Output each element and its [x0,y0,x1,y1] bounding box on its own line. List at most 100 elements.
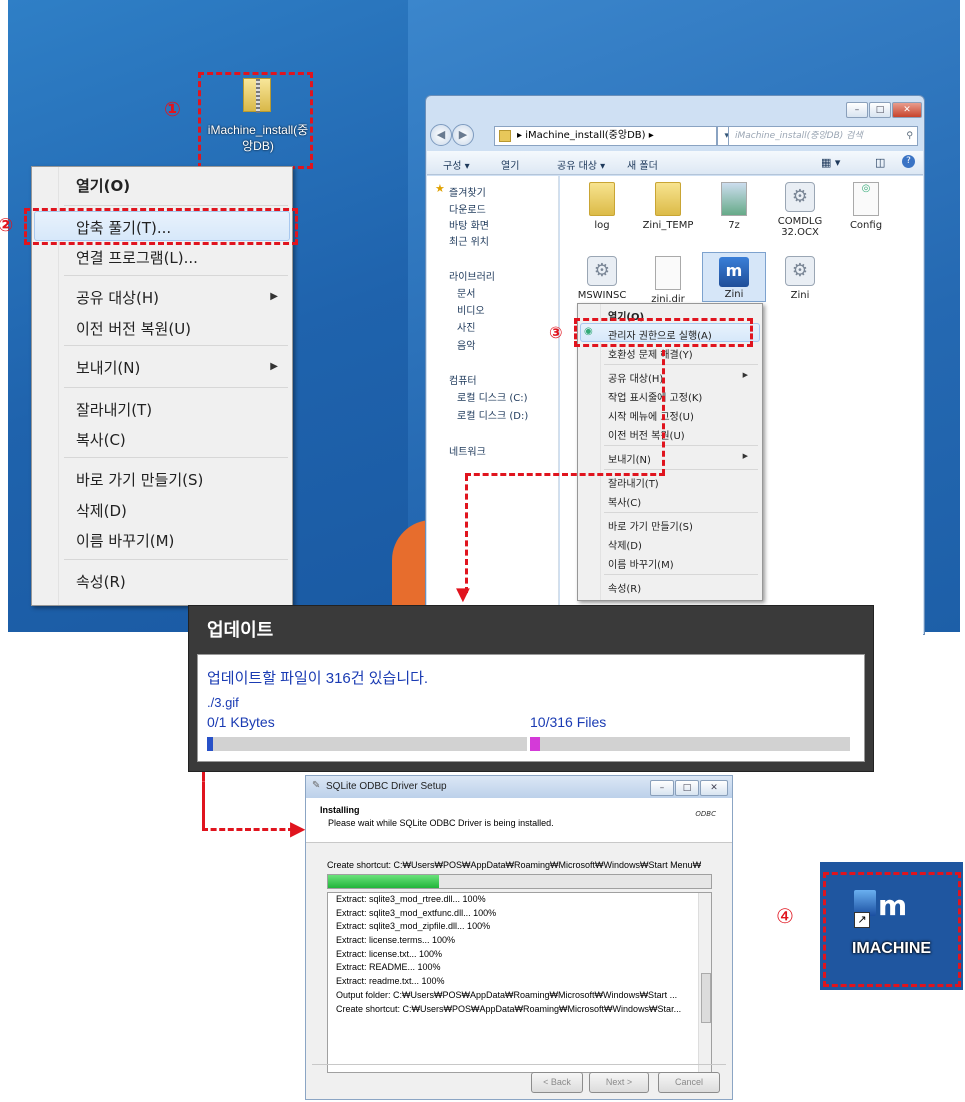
nav-documents[interactable]: 문서 [457,285,475,300]
update-current-file: ./3.gif [207,695,239,710]
file-name: Zini [790,290,810,301]
file-name: Zini_TEMP [642,220,694,231]
menu-item-cut[interactable]: 잘라내기(T) [76,399,292,420]
file-item[interactable]: ◎ Config [834,182,898,231]
file-item[interactable]: Zini_TEMP [636,182,700,231]
nav-libraries[interactable]: 라이브러리 [449,268,495,283]
address-bar[interactable]: ▸ iMachine_install(중앙DB) ▸ [494,126,717,146]
menu-item-copy[interactable]: 복사(C) [76,429,292,450]
nav-downloads[interactable]: 다운로드 [449,201,486,216]
close-button[interactable]: ✕ [700,780,728,796]
forward-button[interactable]: ▶ [452,124,474,146]
nav-drive-d[interactable]: 로컬 디스크 (D:) [457,407,528,422]
nav-computer[interactable]: 컴퓨터 [449,372,477,387]
log-line: Extract: sqlite3_mod_zipfile.dll... 100% [336,921,491,932]
menu-item-open-with[interactable]: 연결 프로그램(L)... [76,247,292,268]
menu-item-restore[interactable]: 이전 버전 복원(U) [608,427,762,442]
log-line: Extract: sqlite3_mod_extfunc.dll... 100% [336,907,497,918]
minimize-button[interactable]: – [650,780,674,796]
scrollbar-thumb[interactable] [701,973,711,1023]
preview-pane-icon[interactable]: ◫ [875,156,885,169]
folder-icon [499,130,511,142]
file-item[interactable]: zini.dir [636,256,700,305]
organize-button[interactable]: 구성 ▾ [443,157,470,172]
submenu-arrow-icon: ▶ [742,371,748,379]
menu-item-cut[interactable]: 잘라내기(T) [608,475,762,490]
install-status: Create shortcut: C:₩Users₩POS₩AppData₩Ro… [327,860,702,870]
log-line: Extract: license.txt... 100% [336,948,443,959]
menu-item-troubleshoot[interactable]: 호환성 문제 해결(Y) [608,346,762,361]
imachine-app-icon: m [719,257,749,287]
annotation-connector [465,473,665,476]
log-line: Extract: readme.txt... 100% [336,976,445,987]
file-item[interactable]: 7z [702,182,766,231]
nav-favorites[interactable]: 즐겨찾기 [449,184,486,199]
step-label-2: ② [0,215,14,236]
minimize-button[interactable]: – [846,102,868,118]
menu-item-rename[interactable]: 이름 바꾸기(M) [76,530,292,551]
nav-videos[interactable]: 비디오 [457,302,485,317]
maximize-button[interactable]: □ [675,780,699,796]
maximize-button[interactable]: □ [869,102,891,118]
next-button[interactable]: Next > [589,1072,649,1093]
menu-item-shortcut[interactable]: 바로 가기 만들기(S) [76,469,292,490]
install-log: Extract: sqlite3_mod_rtree.dll... 100% E… [327,892,712,1073]
annotation-box-1 [198,72,313,169]
update-message: 업데이트할 파일이 316건 있습니다. [207,670,429,687]
back-button[interactable]: ◀ [430,124,452,146]
annotation-connector [465,475,468,593]
files-progress-fill [530,737,540,751]
menu-item-properties[interactable]: 속성(R) [76,571,292,592]
help-icon[interactable]: ? [902,155,915,168]
search-input[interactable]: iMachine_install(중앙DB) 검색 ⚲ [728,126,918,146]
nav-drive-c[interactable]: 로컬 디스크 (C:) [457,389,528,404]
menu-item-copy[interactable]: 복사(C) [608,494,762,509]
nav-music[interactable]: 음악 [457,337,475,352]
nav-network[interactable]: 네트워크 [449,443,486,458]
nav-recent[interactable]: 최근 위치 [449,233,489,248]
menu-item-shortcut[interactable]: 바로 가기 만들기(S) [608,518,762,533]
menu-item-share[interactable]: 공유 대상(H) [608,370,762,385]
menu-item-delete[interactable]: 삭제(D) [76,500,292,521]
nav-pictures[interactable]: 사진 [457,319,475,334]
submenu-arrow-icon: ▶ [742,452,748,460]
arrow-right-icon: ▶ [290,816,306,840]
log-line: Extract: license.terms... 100% [336,935,456,946]
file-item[interactable]: log [570,182,634,231]
menu-item-delete[interactable]: 삭제(D) [608,537,762,552]
odbc-logo: ODBC [695,810,716,818]
menu-item-properties[interactable]: 속성(R) [608,580,762,595]
file-item[interactable]: ⚙ MSWINSC [570,256,634,301]
install-progress-fill [328,875,440,888]
close-button[interactable]: ✕ [892,102,922,118]
log-line: Extract: README... 100% [336,962,441,973]
file-item[interactable]: ⚙ Zini [768,256,832,301]
open-button[interactable]: 열기 [501,157,519,172]
view-icon[interactable]: ▦ ▾ [821,156,840,169]
log-line: Output folder: C:₩Users₩POS₩AppData₩Roam… [336,989,678,1000]
back-button[interactable]: < Back [531,1072,583,1093]
gear-file-icon: ⚙ [785,182,815,212]
annotation-connector [202,828,294,831]
menu-item-send-to[interactable]: 보내기(N) [608,451,762,466]
update-files-count: 10/316 Files [530,714,607,730]
title-bar: ✎ SQLite ODBC Driver Setup – □ ✕ [306,776,732,798]
menu-item-pin-taskbar[interactable]: 작업 표시줄에 고정(K) [608,389,762,404]
menu-item-send-to[interactable]: 보내기(N) [76,357,292,378]
update-bytes: 0/1 KBytes [207,714,275,730]
cancel-button[interactable]: Cancel [658,1072,720,1093]
menu-item-rename[interactable]: 이름 바꾸기(M) [608,556,762,571]
log-scrollbar[interactable] [698,893,711,1072]
address-text: ▸ iMachine_install(중앙DB) ▸ [517,130,654,141]
file-item[interactable]: ⚙ COMDLG32.OCX [768,182,832,238]
new-folder-button[interactable]: 새 폴더 [627,157,658,172]
nav-desktop[interactable]: 바탕 화면 [449,217,489,232]
menu-item-pin-start[interactable]: 시작 메뉴에 고정(U) [608,408,762,423]
menu-item-open[interactable]: 열기(O) [76,175,292,196]
menu-item-share[interactable]: 공유 대상(H) [76,287,292,308]
menu-item-restore[interactable]: 이전 버전 복원(U) [76,318,292,339]
wizard-header: Installing Please wait while SQLite ODBC… [306,798,732,843]
file-item-selected[interactable]: m Zini [702,252,766,302]
feather-icon: ✎ [312,780,321,791]
share-button[interactable]: 공유 대상 ▾ [557,157,605,172]
